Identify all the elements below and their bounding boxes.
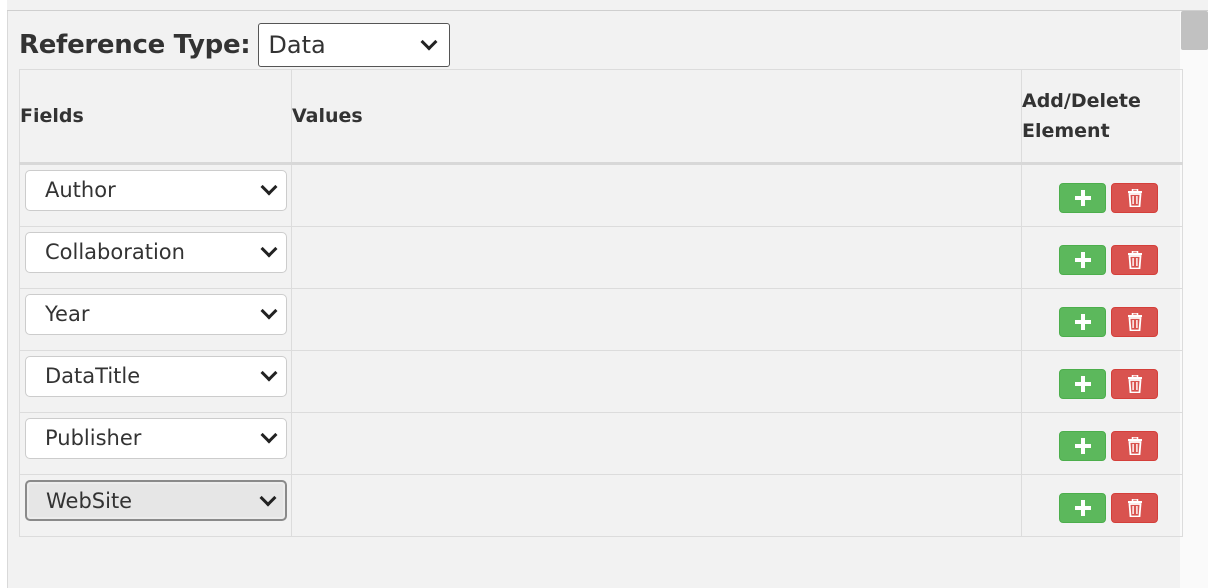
- value-cell[interactable]: [291, 163, 1022, 227]
- field-select-author[interactable]: Author: [25, 170, 287, 211]
- chevron-down-icon: [260, 240, 278, 258]
- delete-element-button[interactable]: [1111, 183, 1158, 213]
- field-cell: DataTitle: [19, 350, 292, 413]
- field-cell: Collaboration: [19, 226, 292, 289]
- actions-cell: [1021, 474, 1183, 537]
- field-select-value: Publisher: [45, 426, 142, 450]
- plus-icon: [1074, 190, 1091, 206]
- field-select-value: DataTitle: [45, 364, 141, 388]
- field-cell: Year: [19, 288, 292, 351]
- delete-element-button[interactable]: [1111, 245, 1158, 275]
- add-element-button[interactable]: [1059, 307, 1106, 337]
- header-values: Values: [291, 69, 1022, 165]
- value-cell[interactable]: [291, 226, 1022, 289]
- row-actions: [1022, 475, 1182, 523]
- field-cell: WebSite: [19, 474, 292, 537]
- field-select-value: Collaboration: [45, 240, 185, 264]
- header-add-delete-line2: Element: [1022, 120, 1110, 142]
- row-actions: [1022, 227, 1182, 275]
- chevron-down-icon: [260, 178, 278, 196]
- value-cell[interactable]: [291, 474, 1022, 537]
- delete-element-button[interactable]: [1111, 493, 1158, 523]
- field-select-datatitle[interactable]: DataTitle: [25, 356, 287, 397]
- reference-fields-table: Fields Values Add/Delete Element Author: [19, 69, 1183, 537]
- actions-cell: [1021, 350, 1183, 413]
- plus-icon: [1074, 500, 1091, 516]
- header-add-delete: Add/Delete Element: [1021, 69, 1183, 165]
- delete-element-button[interactable]: [1111, 307, 1158, 337]
- trash-icon: [1127, 313, 1142, 331]
- value-cell[interactable]: [291, 412, 1022, 475]
- add-element-button[interactable]: [1059, 493, 1106, 523]
- row-actions: [1022, 351, 1182, 399]
- field-select-value: WebSite: [46, 489, 133, 513]
- chevron-down-icon: [260, 364, 278, 382]
- reference-type-value: Data: [268, 31, 326, 59]
- plus-icon: [1074, 438, 1091, 454]
- actions-cell: [1021, 163, 1183, 227]
- header-fields: Fields: [19, 69, 292, 165]
- value-cell[interactable]: [291, 288, 1022, 351]
- row-actions: [1022, 289, 1182, 337]
- reference-type-row: Reference Type: Data: [19, 22, 451, 68]
- field-select-collaboration[interactable]: Collaboration: [25, 232, 287, 273]
- top-bar: [7, 0, 1208, 11]
- chevron-down-icon: [259, 489, 277, 507]
- plus-icon: [1074, 376, 1091, 392]
- chevron-down-icon: [260, 302, 278, 320]
- delete-element-button[interactable]: [1111, 431, 1158, 461]
- plus-icon: [1074, 314, 1091, 330]
- scrollbar-thumb[interactable]: [1181, 11, 1208, 50]
- actions-cell: [1021, 412, 1183, 475]
- table-row: Publisher: [19, 412, 1183, 475]
- add-element-button[interactable]: [1059, 245, 1106, 275]
- header-add-delete-line1: Add/Delete: [1022, 90, 1141, 112]
- trash-icon: [1127, 189, 1142, 207]
- field-select-website[interactable]: WebSite: [25, 480, 287, 521]
- field-select-publisher[interactable]: Publisher: [25, 418, 287, 459]
- table-row: DataTitle: [19, 350, 1183, 413]
- field-select-year[interactable]: Year: [25, 294, 287, 335]
- left-edge: [0, 0, 8, 588]
- table-row: Year: [19, 288, 1183, 351]
- scrollbar-track[interactable]: [1180, 11, 1208, 588]
- trash-icon: [1127, 499, 1142, 517]
- add-element-button[interactable]: [1059, 369, 1106, 399]
- table-row: WebSite: [19, 474, 1183, 537]
- add-element-button[interactable]: [1059, 183, 1106, 213]
- row-actions: [1022, 413, 1182, 461]
- trash-icon: [1127, 437, 1142, 455]
- field-cell: Publisher: [19, 412, 292, 475]
- field-select-value: Year: [45, 302, 90, 326]
- chevron-down-icon: [260, 426, 278, 444]
- field-select-value: Author: [45, 178, 116, 202]
- actions-cell: [1021, 288, 1183, 351]
- table-row: Author: [19, 163, 1183, 227]
- reference-type-label: Reference Type:: [19, 30, 251, 60]
- table-header-row: Fields Values Add/Delete Element: [19, 69, 1183, 165]
- table-row: Collaboration: [19, 226, 1183, 289]
- reference-type-select[interactable]: Data: [258, 23, 451, 67]
- field-cell: Author: [19, 163, 292, 227]
- chevron-down-icon: [420, 33, 438, 51]
- row-actions: [1022, 165, 1182, 213]
- actions-cell: [1021, 226, 1183, 289]
- plus-icon: [1074, 252, 1091, 268]
- trash-icon: [1127, 375, 1142, 393]
- trash-icon: [1127, 251, 1142, 269]
- value-cell[interactable]: [291, 350, 1022, 413]
- add-element-button[interactable]: [1059, 431, 1106, 461]
- delete-element-button[interactable]: [1111, 369, 1158, 399]
